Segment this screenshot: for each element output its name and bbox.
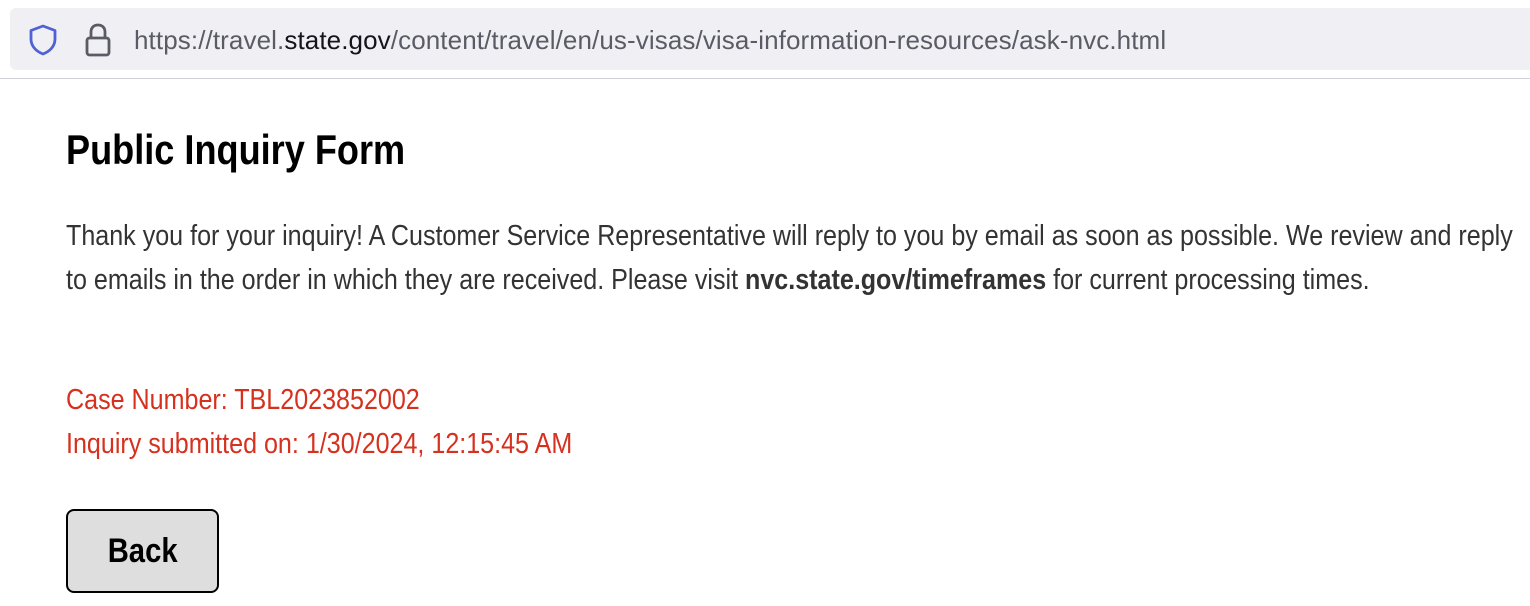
back-button-label: Back [107, 531, 178, 570]
message-text-end: for current processing times. [1046, 264, 1370, 296]
case-number: Case Number: TBL2023852002 [66, 384, 420, 416]
submitted-on: Inquiry submitted on: 1/30/2024, 12:15:4… [66, 428, 573, 460]
toolbar-divider [0, 78, 1530, 79]
address-bar[interactable]: https://travel.state.gov/content/travel/… [10, 8, 1530, 70]
confirmation-message: Thank you for your inquiry! A Customer S… [66, 214, 1530, 302]
page-title: Public Inquiry Form [66, 126, 406, 173]
case-info: Case Number: TBL2023852002 Inquiry submi… [66, 378, 572, 466]
shield-icon[interactable] [26, 23, 60, 57]
timeframes-link[interactable]: nvc.state.gov/timeframes [745, 264, 1046, 296]
url-prefix: https://travel. [134, 25, 285, 55]
url-text[interactable]: https://travel.state.gov/content/travel/… [134, 25, 1166, 55]
back-button[interactable]: Back [66, 509, 219, 593]
url-domain: state.gov [284, 25, 391, 55]
lock-icon[interactable] [82, 22, 114, 58]
url-path: /content/travel/en/us-visas/visa-informa… [390, 25, 1167, 55]
